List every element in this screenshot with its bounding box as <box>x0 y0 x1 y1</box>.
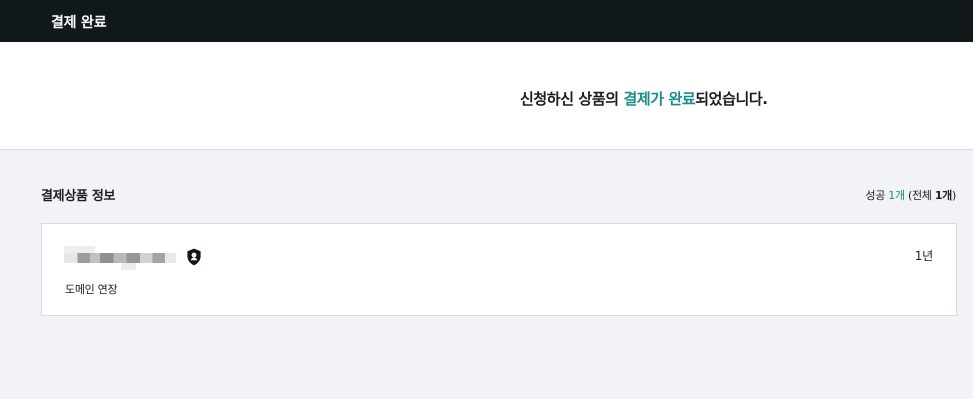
completion-message-panel: 신청하신 상품의 결제가 완료되었습니다. <box>0 42 973 150</box>
shield-user-icon <box>186 248 202 266</box>
service-period: 1년 <box>914 249 933 263</box>
redacted-domain-name <box>64 245 177 271</box>
completion-message: 신청하신 상품의 결제가 완료되었습니다. <box>520 88 768 109</box>
purchased-item-card: 1년 도메인 연장 <box>41 223 957 316</box>
top-header: 결제 완료 <box>0 0 973 42</box>
total-suffix: ) <box>952 189 956 202</box>
product-type: 도메인 연장 <box>65 283 118 296</box>
redacted-domain-bottom <box>121 263 136 270</box>
completion-message-prefix: 신청하신 상품의 <box>520 90 624 108</box>
page-title: 결제 완료 <box>51 15 107 31</box>
success-count: 1개 <box>888 189 905 202</box>
section-title: 결제상품 정보 <box>41 189 116 204</box>
completion-message-suffix: 되었습니다. <box>695 90 768 108</box>
total-prefix: (전체 <box>907 189 935 202</box>
total-count: 1개 <box>934 189 952 202</box>
success-label: 성공 <box>865 189 886 202</box>
payment-result-summary: 성공 1개 (전체 1개) <box>865 187 956 203</box>
redacted-domain-line <box>64 253 176 263</box>
completion-message-highlight: 결제가 완료 <box>623 90 696 108</box>
